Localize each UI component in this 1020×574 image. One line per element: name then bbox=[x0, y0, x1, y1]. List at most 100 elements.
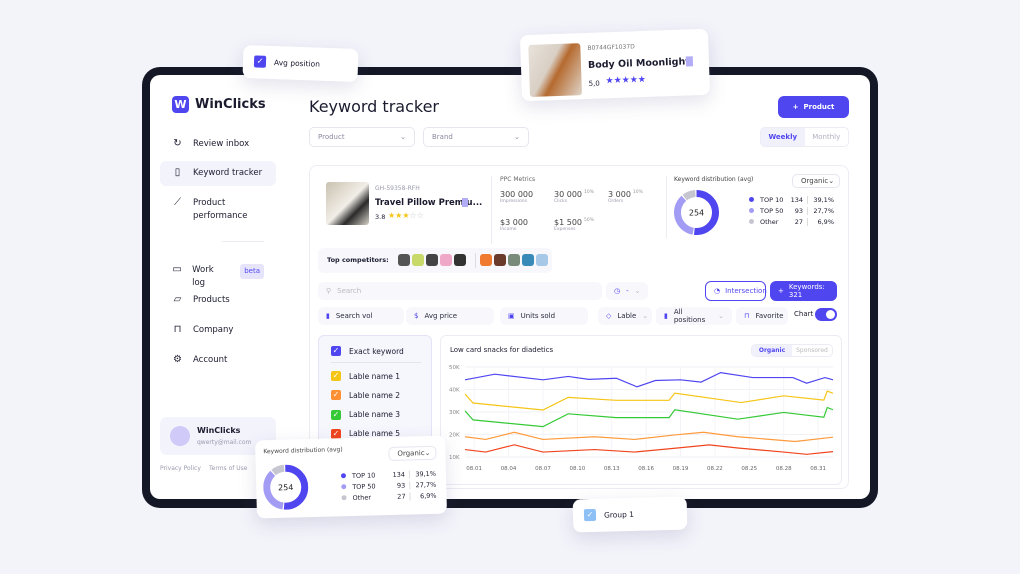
series-line-5 bbox=[464, 444, 834, 455]
x-tick-label: 08.25 bbox=[741, 466, 757, 472]
sidebar-item-review-inbox[interactable]: ↻ Review inbox bbox=[160, 132, 276, 157]
rating-stars: ★★★☆☆ bbox=[388, 211, 424, 220]
product-select[interactable]: Product ⌄ bbox=[309, 127, 415, 147]
competitor-thumbnail[interactable] bbox=[508, 254, 520, 266]
filter-lable[interactable]: ◇ Lable ⌄ bbox=[598, 307, 652, 325]
filter-favorite[interactable]: ⊓ Favorite bbox=[736, 307, 788, 325]
intersection-button[interactable]: ◔ Intersection bbox=[705, 281, 767, 301]
organic-select[interactable]: Organic ⌄ bbox=[792, 174, 840, 188]
filter-avg-price[interactable]: $ Avg price bbox=[406, 307, 494, 325]
competitors-label: Top competitors: bbox=[327, 256, 389, 264]
product-sku: GH-59358-RFH bbox=[375, 185, 420, 192]
avatar bbox=[170, 426, 190, 446]
brand-select[interactable]: Brand ⌄ bbox=[423, 127, 529, 147]
bookmark-icon[interactable] bbox=[462, 198, 468, 207]
chart-toggle-label: Chart bbox=[794, 310, 814, 318]
search-input[interactable]: ⚲ Search bbox=[318, 282, 602, 300]
label-checkbox[interactable]: ✓ Lable name 1 bbox=[331, 371, 400, 381]
dollar-icon: $ bbox=[414, 312, 419, 320]
add-keywords-button[interactable]: + Keywords: 321 bbox=[770, 281, 837, 301]
distribution-title: Keyword distribution (avg) bbox=[263, 446, 343, 456]
product-sku: B0744GF1037D bbox=[587, 43, 635, 52]
distribution-row: Other 27 6,9% bbox=[341, 490, 437, 503]
gear-icon: ⚙ bbox=[173, 354, 182, 365]
tab-weekly[interactable]: Weekly bbox=[761, 128, 805, 146]
avg-position-checkbox[interactable]: ✓ Avg position bbox=[253, 55, 320, 69]
y-tick-label: 10K bbox=[449, 455, 460, 461]
sidebar-item-product-performance[interactable]: ⟋ Product performance bbox=[160, 191, 276, 229]
plus-icon: + bbox=[778, 287, 784, 295]
app-window: W WinClicks WinClicks qwerty@mail.com Pri… bbox=[150, 75, 870, 499]
competitor-thumbnail[interactable] bbox=[454, 254, 466, 266]
y-tick-label: 50K bbox=[449, 365, 460, 371]
competitor-thumbnail[interactable] bbox=[522, 254, 534, 266]
svg-text:254: 254 bbox=[689, 209, 704, 218]
donut-chart: 254 bbox=[674, 190, 719, 235]
privacy-link[interactable]: Privacy Policy bbox=[160, 465, 201, 472]
user-email: qwerty@mail.com bbox=[197, 439, 252, 446]
x-tick-label: 08.13 bbox=[604, 466, 620, 472]
y-tick-label: 30K bbox=[449, 410, 460, 416]
chart-toggle[interactable] bbox=[815, 308, 837, 321]
add-product-button[interactable]: + Product bbox=[778, 96, 849, 118]
product-rating: 3.8 bbox=[375, 213, 386, 221]
product-rating: 5,0 bbox=[588, 79, 600, 88]
x-tick-label: 08.04 bbox=[501, 466, 517, 472]
terms-link[interactable]: Terms of Use bbox=[209, 465, 247, 472]
competitor-thumbnail[interactable] bbox=[536, 254, 548, 266]
donut-slice bbox=[682, 190, 696, 201]
clock-icon: ◷ bbox=[614, 287, 621, 295]
sidebar-item-label: Account bbox=[193, 355, 228, 365]
sidebar-item-label: Product performance bbox=[193, 198, 248, 221]
y-tick-label: 20K bbox=[449, 433, 460, 439]
bar-chart-icon: ▮ bbox=[326, 312, 330, 320]
bookmark-icon[interactable] bbox=[685, 56, 694, 67]
ppc-metric: 300 000 Impressions bbox=[500, 190, 534, 204]
filter-units-sold[interactable]: ▣ Units sold bbox=[500, 307, 588, 325]
competitors-bar: Top competitors: bbox=[318, 248, 552, 273]
avg-position-card: ✓ Avg position bbox=[242, 45, 359, 82]
competitor-thumbnail[interactable] bbox=[412, 254, 424, 266]
plus-icon: + bbox=[792, 103, 799, 111]
presentation-icon: ▣ bbox=[508, 312, 515, 320]
x-tick-label: 08.16 bbox=[638, 466, 654, 472]
competitor-thumbnail[interactable] bbox=[426, 254, 438, 266]
sidebar-item-company[interactable]: ⊓ Company bbox=[160, 318, 276, 343]
series-line-4 bbox=[464, 431, 834, 443]
series-line-2 bbox=[464, 390, 834, 411]
chart-line-icon: ⟋ bbox=[174, 197, 181, 208]
x-tick-label: 08.07 bbox=[535, 466, 551, 472]
divider bbox=[666, 176, 667, 238]
ppc-metric: $3 000 Income bbox=[500, 218, 528, 232]
sidebar-item-products[interactable]: ▱ Products bbox=[160, 288, 276, 313]
competitor-thumbnail[interactable] bbox=[494, 254, 506, 266]
divider bbox=[475, 253, 476, 268]
distribution-row: TOP 10 134 39,1% bbox=[749, 194, 834, 205]
competitor-thumbnail[interactable] bbox=[480, 254, 492, 266]
filter-search-vol[interactable]: ▮ Search vol bbox=[318, 307, 404, 325]
sidebar-item-account[interactable]: ⚙ Account bbox=[160, 348, 276, 373]
search-icon: ⚲ bbox=[326, 287, 332, 295]
group-card: ✓ Group 1 bbox=[572, 496, 688, 533]
label-checkbox[interactable]: ✓ Lable name 3 bbox=[331, 409, 400, 420]
sidebar-item-label: Company bbox=[193, 325, 234, 335]
organic-select[interactable]: Organic ⌄ bbox=[388, 445, 437, 462]
sidebar-item-keyword-tracker[interactable]: ▯ Keyword tracker bbox=[160, 161, 276, 186]
date-select[interactable]: ◷ - ⌄ bbox=[606, 282, 648, 300]
period-toggle: Weekly Monthly bbox=[760, 127, 849, 147]
line-chart: 50K 40K 30K 20K 10K 08.01 08.04 08.07 08.10 08.13… bbox=[449, 365, 834, 472]
label-checkbox[interactable]: ✓ Lable name 2 bbox=[331, 390, 400, 401]
group-checkbox[interactable]: ✓ Group 1 bbox=[583, 508, 634, 522]
competitor-thumbnail[interactable] bbox=[398, 254, 410, 266]
chevron-down-icon: ⌄ bbox=[514, 133, 520, 141]
sidebar-item-label: Products bbox=[193, 295, 230, 305]
exact-keyword-checkbox[interactable]: ✓ Exact keyword bbox=[331, 346, 404, 356]
chevron-down-icon: ⌄ bbox=[400, 133, 406, 141]
svg-text:254: 254 bbox=[278, 483, 294, 492]
pie-icon: ◔ bbox=[714, 287, 721, 295]
tab-monthly[interactable]: Monthly bbox=[805, 128, 849, 146]
filter-positions[interactable]: ▮ All positions ⌄ bbox=[656, 307, 732, 325]
beta-badge: beta bbox=[240, 264, 264, 279]
competitor-thumbnail[interactable] bbox=[440, 254, 452, 266]
donut-chart: 254 bbox=[263, 464, 309, 510]
